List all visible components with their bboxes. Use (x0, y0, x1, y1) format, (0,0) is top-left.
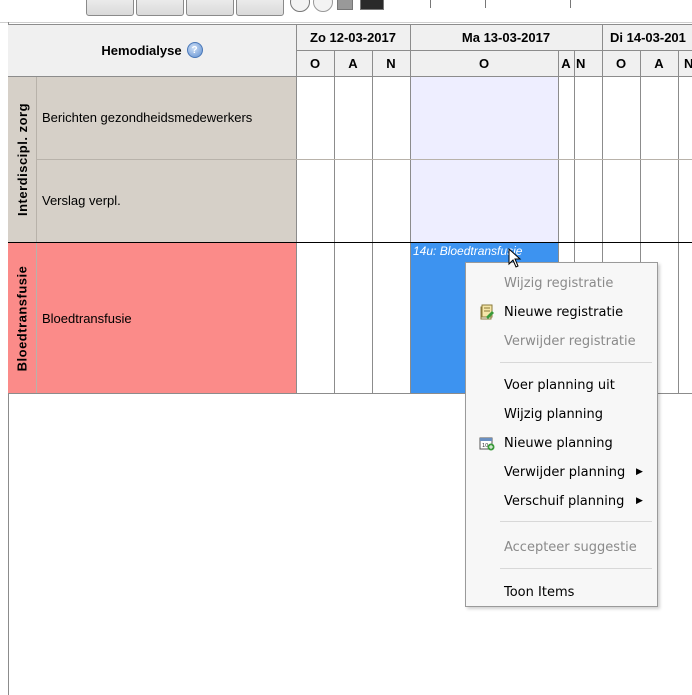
grid-line (8, 76, 692, 77)
shift-header: N (678, 50, 692, 76)
row-label-bloedtransfusie[interactable]: Bloedtransfusie (36, 242, 296, 394)
menu-item-toon-items[interactable]: Toon Items (466, 580, 657, 604)
first-page-button[interactable] (86, 0, 134, 16)
day-header: Ma 13-03-2017 (410, 24, 602, 50)
submenu-arrow-icon: ▶ (636, 496, 643, 506)
new-registration-icon (480, 304, 494, 320)
menu-separator (500, 568, 652, 569)
last-page-button[interactable] (236, 0, 284, 16)
print-icon[interactable] (337, 0, 353, 10)
shift-header: O (602, 50, 640, 76)
shift-header: N (574, 50, 602, 76)
section-label-bloedtransfusie: Bloedtransfusie (8, 242, 36, 394)
monitor-icon[interactable] (360, 0, 384, 10)
grid-title: Hemodialyse (101, 42, 182, 58)
previous-page-button[interactable] (136, 0, 184, 16)
row-label-verslag[interactable]: Verslag verpl. (36, 159, 296, 242)
grid-line (8, 242, 692, 243)
shift-header: O (410, 50, 558, 76)
grid-line (334, 50, 335, 394)
mouse-cursor-icon (508, 248, 522, 268)
menu-item-nieuwe-planning[interactable]: 10 Nieuwe planning (466, 431, 657, 455)
grid-line (678, 50, 679, 394)
grid-line (296, 50, 692, 51)
next-page-button[interactable] (186, 0, 234, 16)
grid-title-cell: Hemodialyse ? (8, 24, 296, 76)
toolbar-separator (485, 0, 486, 8)
refresh-icon[interactable] (290, 0, 310, 12)
toolbar-separator (570, 0, 571, 8)
calendar-add-icon: 10 (479, 437, 495, 451)
menu-separator (500, 521, 652, 522)
row-label-berichten[interactable]: Berichten gezondheidsmedewerkers (36, 76, 296, 159)
shift-header: N (372, 50, 410, 76)
toolbar (0, 0, 692, 23)
shift-header: A (334, 50, 372, 76)
menu-item-wijzig-planning[interactable]: Wijzig planning (466, 402, 657, 426)
shift-header: O (296, 50, 334, 76)
menu-item-accepteer-suggestie[interactable]: Accepteer suggestie (466, 535, 657, 559)
menu-item-verwijder-planning[interactable]: Verwijder planning ▶ (466, 460, 657, 484)
submenu-arrow-icon: ▶ (636, 467, 643, 477)
svg-text:10: 10 (482, 443, 488, 449)
grid-line (410, 24, 411, 394)
shift-header: A (558, 50, 574, 76)
section-label-interdisciplinary: Interdiscipl. zorg (8, 76, 36, 242)
grid-line (372, 50, 373, 394)
help-icon[interactable]: ? (186, 42, 203, 58)
menu-item-verwijder-registratie[interactable]: Verwijder registratie (466, 329, 657, 353)
day-header: Zo 12-03-2017 (296, 24, 410, 50)
shift-header: A (640, 50, 678, 76)
menu-separator (500, 362, 652, 363)
day-header: Di 14-03-201 (602, 24, 692, 50)
menu-item-nieuwe-registratie[interactable]: Nieuwe registratie (466, 300, 657, 324)
grid-line (296, 24, 297, 394)
menu-item-voer-planning-uit[interactable]: Voer planning uit (466, 373, 657, 397)
toolbar-separator (430, 0, 431, 8)
grid-line (36, 159, 692, 160)
menu-item-verschuif-planning[interactable]: Verschuif planning ▶ (466, 489, 657, 513)
context-menu: Wijzig registratie Nieuwe registratie Ve… (465, 262, 658, 607)
zoom-icon[interactable] (313, 0, 333, 12)
menu-item-wijzig-registratie[interactable]: Wijzig registratie (466, 271, 657, 295)
grid-line (8, 24, 692, 25)
grid-line (36, 76, 37, 394)
